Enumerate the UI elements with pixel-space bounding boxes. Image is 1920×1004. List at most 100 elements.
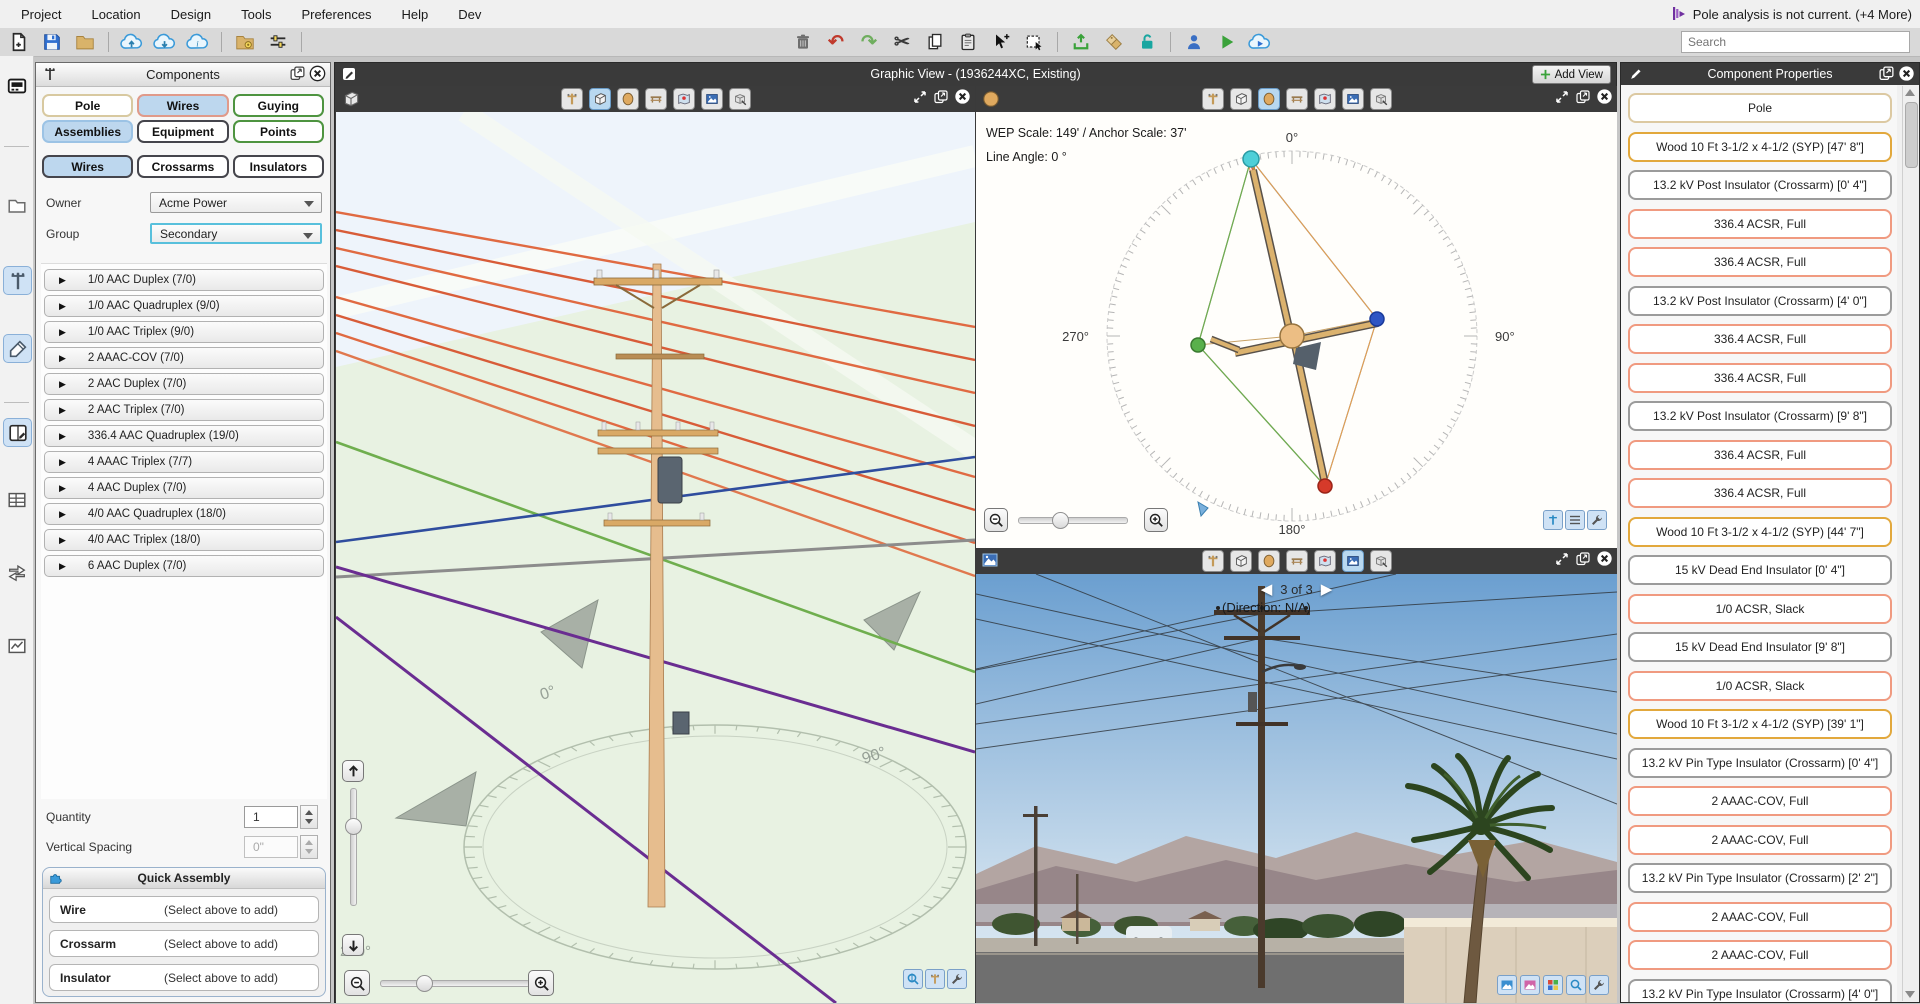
- component-item[interactable]: Wood 10 Ft 3-1/2 x 4-1/2 (SYP) [47' 8"]: [1628, 132, 1892, 162]
- zoom-slider-knob[interactable]: [416, 975, 433, 992]
- previous-photo-button[interactable]: ◀: [1261, 580, 1273, 598]
- component-item[interactable]: 336.4 ACSR, Full: [1628, 363, 1892, 393]
- component-item[interactable]: 2 AAAC-COV, Full: [1628, 825, 1892, 855]
- layers-list-button[interactable]: [1565, 510, 1585, 530]
- category-tab[interactable]: Assemblies: [42, 120, 133, 143]
- pole-view-button[interactable]: [3, 266, 32, 295]
- view-settings-button[interactable]: [1589, 975, 1609, 995]
- scroll-up-icon[interactable]: [1905, 89, 1915, 96]
- cloud-run-button[interactable]: [1247, 30, 1273, 54]
- menu-item[interactable]: Design: [156, 7, 226, 22]
- top-view-mode-button[interactable]: [1258, 88, 1280, 110]
- photo-canvas[interactable]: [976, 574, 1617, 1003]
- owner-dropdown[interactable]: Acme Power: [150, 192, 322, 213]
- table-view-button[interactable]: [3, 486, 30, 513]
- category-tab[interactable]: Wires: [137, 94, 228, 117]
- wire-type-item[interactable]: ▶ 336.4 AAC Quadruplex (19/0): [44, 425, 324, 447]
- annotate-button[interactable]: [3, 334, 32, 363]
- menu-item[interactable]: Preferences: [286, 7, 386, 22]
- compare-button[interactable]: [3, 558, 30, 585]
- component-item[interactable]: 336.4 ACSR, Full: [1628, 440, 1892, 470]
- import-button[interactable]: [1068, 30, 1094, 54]
- category-tab[interactable]: Pole: [42, 94, 133, 117]
- pole-view-mode-button[interactable]: [561, 88, 583, 110]
- search-input[interactable]: [1681, 31, 1910, 53]
- pole-view-mode-button[interactable]: [1202, 550, 1224, 572]
- zoom-slider-track[interactable]: [380, 980, 530, 987]
- edit-panel-button[interactable]: [3, 418, 32, 447]
- wep-marker-red[interactable]: [1318, 479, 1332, 493]
- cut-button[interactable]: ✂: [889, 30, 915, 54]
- pole-view-mode-button[interactable]: [1202, 88, 1224, 110]
- photo-thumbnail-button[interactable]: [1497, 975, 1517, 995]
- project-folder-button[interactable]: [3, 192, 30, 219]
- map-view-mode-button[interactable]: [1314, 550, 1336, 572]
- close-button[interactable]: [309, 65, 326, 85]
- component-item[interactable]: 2 AAAC-COV, Full: [1628, 940, 1892, 970]
- popout-view-button[interactable]: [1575, 89, 1591, 110]
- open-folder-button[interactable]: [72, 30, 98, 54]
- profile-view-mode-button[interactable]: [645, 88, 667, 110]
- sketch-view-mode-button[interactable]: [1370, 88, 1392, 110]
- component-item[interactable]: 336.4 ACSR, Full: [1628, 209, 1892, 239]
- component-item[interactable]: 13.2 kV Pin Type Insulator (Crossarm) [4…: [1628, 979, 1892, 1003]
- group-dropdown[interactable]: Secondary: [150, 223, 322, 244]
- scroll-thumb[interactable]: [1905, 102, 1918, 168]
- top-view-mode-button[interactable]: [1258, 550, 1280, 572]
- component-item[interactable]: Pole: [1628, 93, 1892, 123]
- zoom-fit-button[interactable]: [1566, 975, 1586, 995]
- wire-type-item[interactable]: ▶ 2 AAC Duplex (7/0): [44, 373, 324, 395]
- photo-view-mode-button[interactable]: [701, 88, 723, 110]
- wire-type-item[interactable]: ▶ 2 AAAC-COV (7/0): [44, 347, 324, 369]
- cloud-info-button[interactable]: i: [185, 30, 211, 54]
- wire-type-item[interactable]: ▶ 4/0 AAC Triplex (18/0): [44, 529, 324, 551]
- expand-arrow-icon[interactable]: ▶: [59, 431, 66, 442]
- component-item[interactable]: 13.2 kV Post Insulator (Crossarm) [4' 0"…: [1628, 286, 1892, 316]
- user-button[interactable]: [1181, 30, 1207, 54]
- close-button[interactable]: [1898, 65, 1915, 85]
- zoom-in-button[interactable]: [1144, 508, 1168, 532]
- close-view-button[interactable]: [954, 88, 971, 110]
- next-photo-button[interactable]: ▶: [1321, 580, 1333, 598]
- pole-align-button[interactable]: [1543, 510, 1563, 530]
- properties-scrollbar[interactable]: [1902, 86, 1918, 1001]
- popout-view-button[interactable]: [933, 89, 949, 110]
- zoom-slider-knob[interactable]: [1052, 512, 1069, 529]
- photo-view-mode-button[interactable]: [1342, 550, 1364, 572]
- expand-arrow-icon[interactable]: ▶: [59, 353, 66, 364]
- wire-type-item[interactable]: ▶ 1/0 AAC Quadruplex (9/0): [44, 295, 324, 317]
- component-item[interactable]: 2 AAAC-COV, Full: [1628, 902, 1892, 932]
- profile-view-mode-button[interactable]: [1286, 550, 1308, 572]
- component-item[interactable]: 13.2 kV Pin Type Insulator (Crossarm) [0…: [1628, 748, 1892, 778]
- map-view-mode-button[interactable]: [1314, 88, 1336, 110]
- copy-button[interactable]: [922, 30, 948, 54]
- expand-arrow-icon[interactable]: ▶: [59, 457, 66, 468]
- scroll-down-icon[interactable]: [1905, 991, 1915, 998]
- project-settings-button[interactable]: [232, 30, 258, 54]
- wire-type-item[interactable]: ▶ 4 AAC Duplex (7/0): [44, 477, 324, 499]
- component-item[interactable]: 15 kV Dead End Insulator [0' 4"]: [1628, 555, 1892, 585]
- analysis-alert[interactable]: Pole analysis is not current. (+4 More): [1672, 0, 1912, 28]
- zoom-out-button[interactable]: [984, 508, 1008, 532]
- quick-assembly-row[interactable]: Wire (Select above to add): [49, 896, 319, 923]
- component-item[interactable]: 15 kV Dead End Insulator [9' 8"]: [1628, 632, 1892, 662]
- wire-type-item[interactable]: ▶ 1/0 AAC Duplex (7/0): [44, 269, 324, 291]
- expand-view-button[interactable]: [1554, 89, 1570, 110]
- component-item[interactable]: 2 AAAC-COV, Full: [1628, 786, 1892, 816]
- raise-button[interactable]: [342, 760, 364, 782]
- sub-tab[interactable]: Wires: [42, 155, 133, 178]
- quantity-input[interactable]: 1: [244, 806, 298, 828]
- component-item[interactable]: 1/0 ACSR, Slack: [1628, 671, 1892, 701]
- popout-button[interactable]: [289, 65, 306, 85]
- pole-center-button[interactable]: [925, 969, 945, 989]
- polar-canvas[interactable]: 0° 90° 180° 270°: [976, 112, 1617, 548]
- expand-view-button[interactable]: [1554, 551, 1570, 572]
- height-slider-knob[interactable]: [345, 818, 362, 835]
- category-tab[interactable]: Equipment: [137, 120, 228, 143]
- component-item[interactable]: 13.2 kV Post Insulator (Crossarm) [0' 4"…: [1628, 170, 1892, 200]
- close-view-button[interactable]: [1596, 550, 1613, 572]
- menu-item[interactable]: Tools: [226, 7, 286, 22]
- quantity-stepper[interactable]: [300, 805, 318, 829]
- expand-arrow-icon[interactable]: ▶: [59, 535, 66, 546]
- component-item[interactable]: Wood 10 Ft 3-1/2 x 4-1/2 (SYP) [44' 7"]: [1628, 517, 1892, 547]
